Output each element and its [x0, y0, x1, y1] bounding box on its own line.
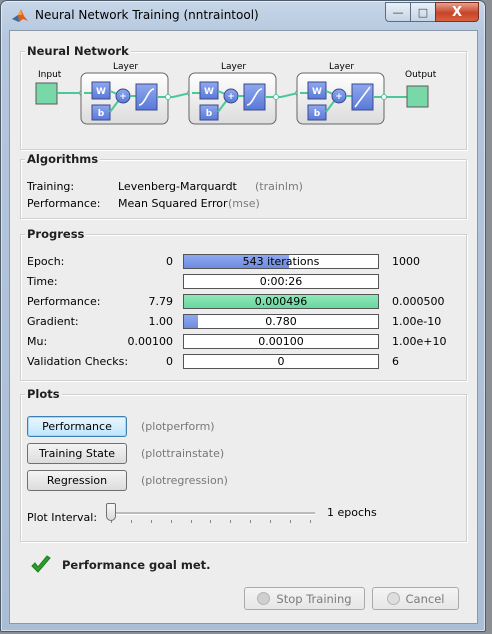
gradient-progress-text: 0.780: [265, 315, 297, 328]
layer-3-label: Layer: [329, 62, 354, 72]
layer-1: Layer W b +: [80, 62, 173, 125]
cancel-label: Cancel: [405, 591, 445, 606]
stop-icon: [257, 592, 271, 605]
stop-training-label: Stop Training: [276, 591, 352, 606]
weight-label: W: [312, 87, 322, 97]
plot-regression-button[interactable]: Regression: [27, 470, 127, 491]
time-progress-bar: 0:00:26: [183, 274, 379, 289]
epoch-start: 0: [166, 255, 173, 268]
validation-max: 6: [392, 355, 399, 368]
performance-progress-text: 0.000496: [254, 295, 308, 308]
plot-regression-hint: (plotregression): [141, 474, 228, 487]
network-diagram: Input Layer W b + Layer W b + Layer W b …: [35, 62, 437, 125]
sum-label: +: [119, 92, 127, 102]
progress-row-gradient: Gradient: 1.00 0.780 1.00e-10: [21, 313, 466, 331]
input-node: [35, 82, 58, 105]
plot-interval-value: 1 epochs: [327, 506, 377, 519]
epoch-progress-text: 543 iterations: [242, 255, 320, 268]
progress-row-time: Time: 0:00:26: [21, 273, 466, 291]
cancel-button[interactable]: Cancel: [372, 587, 459, 610]
performance-hint: (mse): [228, 197, 260, 210]
plot-interval-slider-track[interactable]: [106, 512, 315, 515]
layer-2: Layer W b +: [188, 62, 281, 125]
plot-interval-label: Plot Interval:: [27, 511, 98, 524]
bias-label: b: [98, 109, 105, 119]
nntraintool-window: Neural Network Training (nntraintool) — …: [0, 0, 486, 632]
weight-label: W: [96, 87, 106, 97]
performance-start: 7.79: [148, 295, 174, 308]
plot-performance-hint: (plotperform): [141, 420, 215, 433]
training-value: Levenberg-Marquardt: [118, 180, 237, 193]
plots-group: Plots Performance (plotperform) Training…: [20, 387, 467, 542]
bias-label: b: [206, 109, 213, 119]
mu-start: 0.00100: [127, 335, 174, 348]
output-node: [406, 85, 429, 108]
neural-network-legend: Neural Network: [25, 44, 131, 58]
performance-label: Performance:: [27, 197, 101, 210]
progress-row-epoch: Epoch: 0 543 iterations 1000: [21, 253, 466, 271]
time-label: Time:: [27, 275, 58, 288]
client-area: Neural Network Input Layer W b + Layer W…: [9, 30, 478, 624]
gradient-min: 1.00e-10: [392, 315, 442, 328]
layer-1-label: Layer: [113, 62, 138, 72]
close-button[interactable]: X: [435, 2, 479, 22]
algorithms-legend: Algorithms: [25, 152, 101, 166]
performance-progress-bar: 0.000496: [183, 294, 379, 309]
maximize-button[interactable]: □: [410, 2, 435, 22]
progress-row-performance: Performance: 7.79 0.000496 0.000500: [21, 293, 466, 311]
time-progress-text: 0:00:26: [259, 275, 303, 288]
window-controls: — □ X: [385, 2, 479, 22]
mu-progress-bar: 0.00100: [183, 334, 379, 349]
epoch-max: 1000: [392, 255, 420, 268]
weight-label: W: [204, 87, 214, 97]
window-title: Neural Network Training (nntraintool): [35, 8, 259, 22]
progress-legend: Progress: [25, 227, 87, 241]
sum-label: +: [335, 92, 343, 102]
status-message: Performance goal met.: [62, 558, 211, 572]
algorithms-group: Algorithms Training: Levenberg-Marquardt…: [20, 152, 467, 219]
plot-interval-slider-thumb[interactable]: [106, 503, 116, 521]
sum-label: +: [227, 92, 235, 102]
mu-max: 1.00e+10: [392, 335, 447, 348]
plot-interval-ticks: [111, 520, 311, 523]
mu-progress-text: 0.00100: [258, 335, 304, 348]
validation-start: 0: [166, 355, 173, 368]
gradient-start: 1.00: [148, 315, 174, 328]
matlab-logo-icon: [12, 9, 28, 22]
gradient-progress-bar: 0.780: [183, 314, 379, 329]
plot-training-state-button[interactable]: Training State: [27, 443, 127, 464]
training-label: Training:: [27, 180, 75, 193]
stop-training-button[interactable]: Stop Training: [244, 587, 365, 610]
performance-goal: 0.000500: [392, 295, 445, 308]
progress-row-validation: Validation Checks: 0 0 6: [21, 353, 466, 371]
plot-performance-button[interactable]: Performance: [27, 416, 127, 437]
bias-label: b: [314, 109, 321, 119]
title-bar[interactable]: Neural Network Training (nntraintool) — …: [1, 1, 485, 29]
validation-progress-bar: 0: [183, 354, 379, 369]
layer-2-label: Layer: [221, 62, 246, 72]
minimize-button[interactable]: —: [385, 2, 410, 22]
input-label: Input: [38, 70, 62, 80]
progress-row-mu: Mu: 0.00100 0.00100 1.00e+10: [21, 333, 466, 351]
checkmark-icon: [31, 555, 51, 573]
plot-training-state-hint: (plottrainstate): [141, 447, 225, 460]
neural-network-group: Neural Network Input Layer W b + Layer W…: [20, 44, 467, 150]
layer-3: Layer W b +: [296, 62, 407, 125]
output-label: Output: [405, 70, 437, 80]
training-hint: (trainlm): [255, 180, 303, 193]
epoch-progress-bar: 543 iterations: [183, 254, 379, 269]
plots-legend: Plots: [25, 387, 62, 401]
validation-progress-text: 0: [277, 355, 285, 368]
cancel-icon: [386, 592, 400, 605]
performance-value: Mean Squared Error: [118, 197, 228, 210]
progress-group: Progress Epoch: 0 543 iterations 1000 Ti…: [20, 227, 467, 381]
